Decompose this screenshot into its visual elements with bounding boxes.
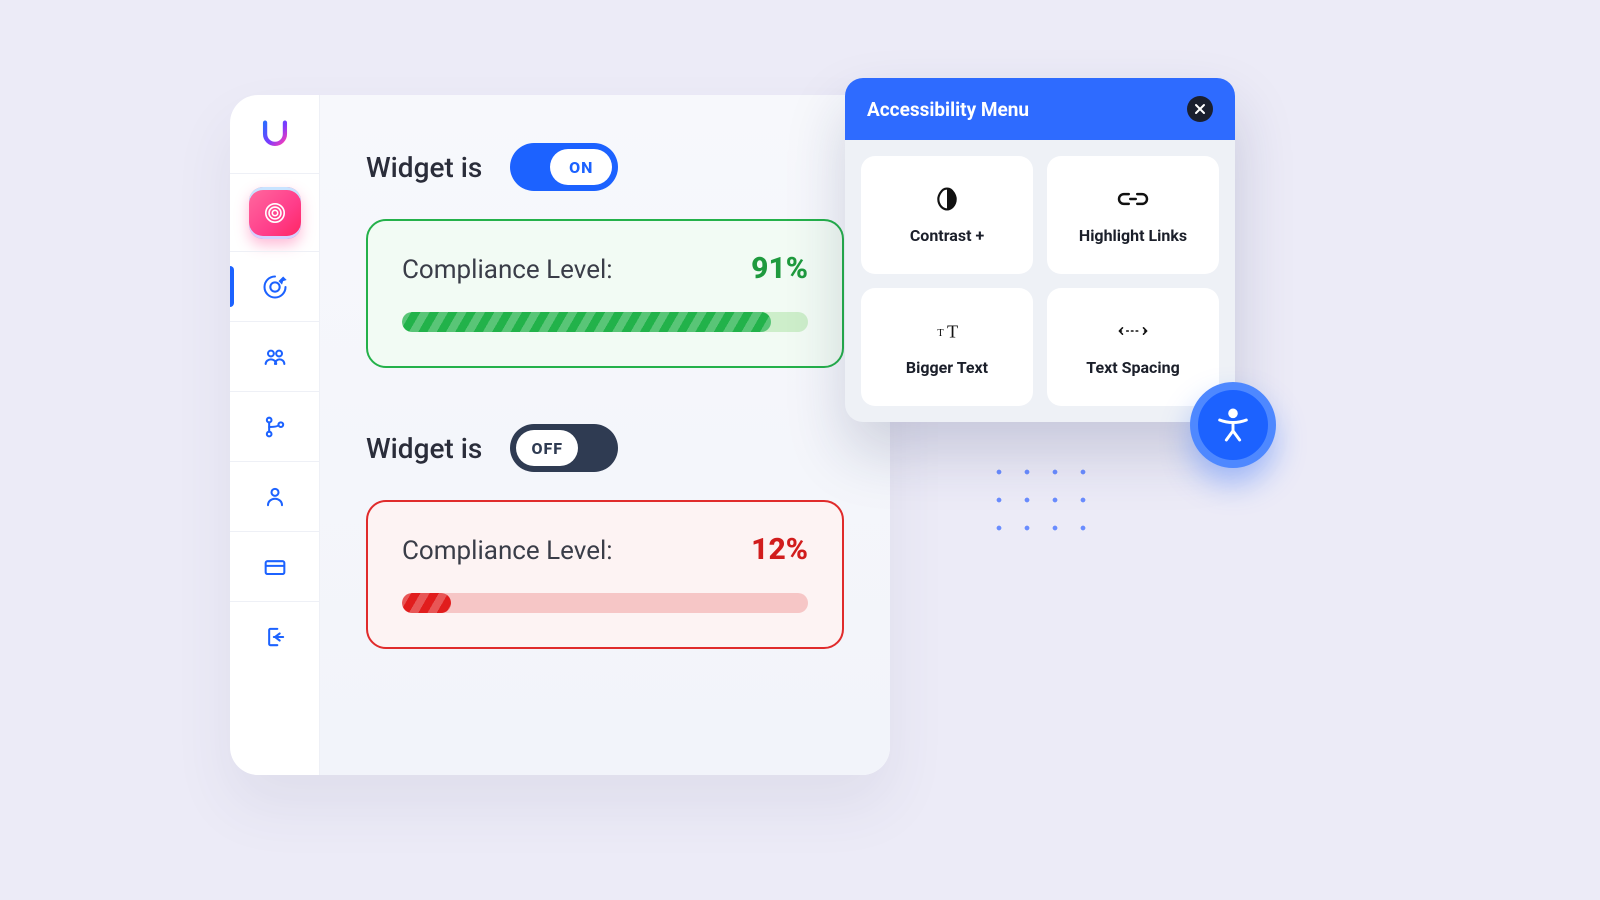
target-icon: [261, 273, 289, 301]
tile-label: Contrast +: [910, 226, 984, 245]
widget-label: Widget is: [366, 432, 482, 465]
widget-toggle-off[interactable]: OFF: [510, 424, 618, 472]
contrast-icon: [926, 186, 968, 212]
toggle-knob: ON: [550, 149, 612, 185]
sidebar: [230, 95, 320, 775]
app-tile-icon: [249, 187, 301, 239]
close-icon: [1194, 103, 1206, 115]
sidebar-item-branches[interactable]: [230, 391, 319, 461]
compliance-bar-fill: [402, 593, 451, 613]
sidebar-item-profile[interactable]: [230, 461, 319, 531]
popup-grid: Contrast + Highlight Links T T Bigger Te…: [845, 140, 1235, 422]
accessibility-person-icon: [1213, 405, 1253, 445]
sidebar-logo[interactable]: [230, 95, 319, 173]
popup-close-button[interactable]: [1187, 96, 1213, 122]
accessibility-fab[interactable]: [1190, 382, 1276, 468]
widget-label: Widget is: [366, 151, 482, 184]
compliance-bar: [402, 312, 808, 332]
compliance-bar: [402, 593, 808, 613]
tile-highlight-links[interactable]: Highlight Links: [1047, 156, 1219, 274]
compliance-bar-fill: [402, 312, 771, 332]
compliance-card-bad: Compliance Level: 12%: [366, 500, 844, 649]
tile-bigger-text[interactable]: T T Bigger Text: [861, 288, 1033, 406]
sidebar-app-tile[interactable]: [230, 173, 319, 251]
decorative-dot-grid: [985, 458, 1095, 553]
compliance-title: Compliance Level:: [402, 255, 613, 285]
widget-row-off: Widget is OFF: [366, 424, 844, 472]
compliance-title: Compliance Level:: [402, 536, 613, 566]
popup-title: Accessibility Menu: [867, 98, 1029, 121]
sidebar-item-billing[interactable]: [230, 531, 319, 601]
user-icon: [261, 483, 289, 511]
widget-row-on: Widget is ON: [366, 143, 844, 191]
tile-label: Highlight Links: [1079, 226, 1187, 245]
tile-text-spacing[interactable]: Text Spacing: [1047, 288, 1219, 406]
tile-contrast[interactable]: Contrast +: [861, 156, 1033, 274]
sidebar-item-target[interactable]: [230, 251, 319, 321]
tile-label: Text Spacing: [1086, 358, 1179, 377]
svg-text:T: T: [937, 327, 944, 338]
sidebar-item-users[interactable]: [230, 321, 319, 391]
dashboard-panel: Widget is ON Compliance Level: 91% Widge…: [230, 95, 890, 775]
bigger-text-icon: T T: [926, 318, 968, 344]
card-icon: [261, 553, 289, 581]
sidebar-item-logout[interactable]: [230, 601, 319, 671]
userway-logo-icon: [258, 117, 292, 151]
branch-icon: [261, 413, 289, 441]
logout-icon: [261, 623, 289, 651]
accessibility-menu-popup: Accessibility Menu Contrast + Highl: [845, 78, 1235, 422]
text-spacing-icon: [1112, 318, 1154, 344]
compliance-value: 91%: [751, 251, 808, 286]
popup-header: Accessibility Menu: [845, 78, 1235, 140]
compliance-card-good: Compliance Level: 91%: [366, 219, 844, 368]
link-icon: [1112, 186, 1154, 212]
users-icon: [261, 343, 289, 371]
svg-text:T: T: [947, 321, 958, 341]
compliance-value: 12%: [751, 532, 808, 567]
widget-toggle-on[interactable]: ON: [510, 143, 618, 191]
toggle-knob: OFF: [516, 430, 578, 466]
tile-label: Bigger Text: [906, 358, 988, 377]
main-content: Widget is ON Compliance Level: 91% Widge…: [320, 95, 890, 775]
